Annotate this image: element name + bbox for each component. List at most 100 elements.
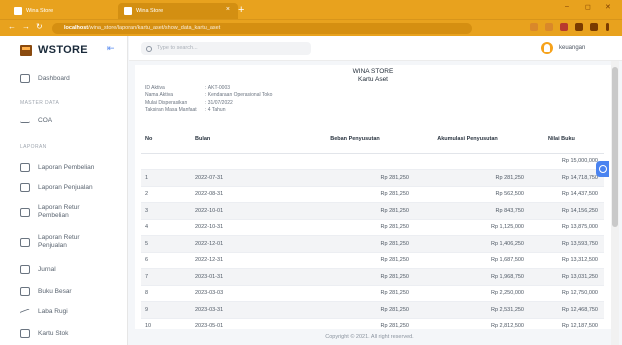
- browser-tab-title: Wina Store: [136, 8, 164, 14]
- sidebar-toggle-icon[interactable]: ⇤: [107, 43, 115, 54]
- cell-nilai-buku: Rp 13,875,000: [526, 219, 604, 236]
- section-laporan: LAPORAN: [20, 144, 47, 150]
- folder-icon: [20, 183, 30, 192]
- document-icon: [20, 265, 30, 274]
- table-row: 5 2022-12-01 Rp 281,250 Rp 1,406,250 Rp 13,5…: [141, 235, 604, 253]
- scrollbar[interactable]: [611, 61, 619, 345]
- table-row: 8 2023-03-03 Rp 281,250 Rp 2,250,000 Rp 12,7…: [141, 285, 604, 302]
- cell-nilai-buku: Rp 14,156,250: [526, 202, 604, 220]
- table-row: 3 2022-10-01 Rp 281,250 Rp 843,750 Rp 14,156…: [141, 202, 604, 220]
- cell-no: 8: [141, 285, 191, 302]
- trend-icon: [19, 307, 31, 316]
- cell-akumulasi: Rp 1,687,500: [411, 252, 526, 269]
- meta-label: Nama Aktiva: [145, 92, 174, 99]
- cell-no: 4: [141, 219, 191, 236]
- cell-nilai-buku: Rp 14,437,500: [526, 186, 604, 203]
- browser-tab-2[interactable]: Wina Store ×: [118, 3, 238, 19]
- cell-akumulasi: Rp 2,250,000: [411, 285, 526, 302]
- cell-no: 9: [141, 301, 191, 319]
- minimize-icon[interactable]: –: [565, 3, 569, 10]
- sidebar-item-label: Laporan Pembelian: [38, 164, 95, 171]
- meta-label: Taksiran Masa Manfaat: [145, 107, 197, 114]
- user-menu[interactable]: keuangan: [541, 42, 585, 54]
- window-close-icon[interactable]: ✕: [605, 3, 611, 11]
- username: keuangan: [559, 45, 586, 51]
- star-icon[interactable]: [545, 23, 553, 31]
- cell-no: 7: [141, 268, 191, 286]
- url-path: /wina_store/laporan/kartu_aset/show_data…: [88, 25, 221, 31]
- profile-icon[interactable]: [590, 23, 598, 31]
- extension-icon[interactable]: [560, 23, 568, 31]
- meta-label: Mulai Disperasikan: [145, 99, 188, 106]
- forward-icon[interactable]: →: [22, 22, 30, 31]
- cell-no: 6: [141, 252, 191, 269]
- topbar: Type to search... keuangan: [129, 36, 622, 61]
- cell-akumulasi: Rp 281,250: [411, 169, 526, 187]
- maximize-icon[interactable]: ◻: [585, 3, 591, 11]
- sidebar-item-buku-besar[interactable]: Buku Besar: [20, 287, 72, 296]
- cell-nilai-buku: Rp 13,593,750: [526, 235, 604, 253]
- sidebar-item-label: Dashboard: [38, 75, 70, 82]
- scrollbar-thumb[interactable]: [612, 67, 618, 227]
- sidebar-item-laporan-penjualan[interactable]: Laporan Penjualan: [20, 183, 93, 192]
- browser-tab-1[interactable]: Wina Store ×: [8, 3, 132, 19]
- close-tab-icon[interactable]: ×: [226, 6, 230, 13]
- app: WSTORE ⇤ Dashboard MASTER DATA COA LAPOR…: [0, 36, 622, 345]
- reload-icon[interactable]: ↻: [36, 22, 43, 31]
- puzzle-icon[interactable]: [575, 23, 583, 31]
- cell-bulan: 2022-10-31: [191, 219, 301, 236]
- sidebar-item-laporan-pembelian[interactable]: Laporan Pembelian: [20, 163, 94, 172]
- cell-bulan: 2022-12-31: [191, 252, 301, 269]
- depreciation-table: No Bulan Beban Penyusutan Akumulasi Peny…: [141, 125, 604, 335]
- sidebar-item-laporan-retur-pembelian[interactable]: Laporan Retur Pembelian: [20, 204, 110, 220]
- url-host: localhost: [64, 25, 89, 31]
- cell-no: [141, 153, 191, 170]
- cell-beban: Rp 281,250: [301, 268, 411, 286]
- section-master-data: MASTER DATA: [20, 100, 60, 106]
- cell-akumulasi: Rp 562,500: [411, 186, 526, 203]
- meta-value: 4 Tahun: [207, 107, 226, 114]
- store-logo-icon: [20, 44, 32, 56]
- meta-value: AKT-0003: [207, 85, 231, 91]
- cell-beban: [301, 153, 411, 170]
- cell-no: 2: [141, 186, 191, 203]
- brand[interactable]: WSTORE: [20, 42, 88, 58]
- sidebar-item-dashboard[interactable]: Dashboard: [20, 74, 70, 83]
- avatar: [541, 42, 553, 54]
- share-icon[interactable]: [530, 23, 538, 31]
- settings-icon[interactable]: [596, 161, 609, 177]
- url-field[interactable]: localhost/wina_store/laporan/kartu_aset/…: [52, 23, 472, 34]
- cell-beban: Rp 281,250: [301, 186, 411, 203]
- sidebar-item-laba-rugi[interactable]: Laba Rugi: [19, 307, 68, 316]
- column-header: Bulan: [191, 125, 301, 154]
- sidebar-item-label: Laporan Retur Pembelian: [38, 204, 80, 219]
- sidebar-item-label: Jurnal: [38, 266, 56, 273]
- back-icon[interactable]: ←: [8, 22, 16, 31]
- table-row: 9 2023-03-31 Rp 281,250 Rp 2,531,250 Rp 12,4…: [141, 301, 604, 319]
- key-icon: [20, 118, 30, 123]
- new-tab-button[interactable]: +: [238, 5, 244, 16]
- table-row: 1 2022-07-31 Rp 281,250 Rp 281,250 Rp 14,718…: [141, 169, 604, 187]
- tab-strip: Wina Store × Wina Store × + – ◻ ✕: [0, 0, 622, 19]
- sidebar-item-laporan-retur-penjualan[interactable]: Laporan Retur Penjualan: [20, 234, 110, 250]
- cell-nilai-buku: Rp 13,031,250: [526, 268, 604, 286]
- report-card: WINA STORE Kartu Aset ID Aktiva: AKT-000…: [135, 65, 611, 335]
- sidebar-item-kartu-stok[interactable]: Kartu Stok: [20, 329, 68, 338]
- cell-bulan: 2023-03-03: [191, 285, 301, 302]
- cell-beban: Rp 281,250: [301, 301, 411, 319]
- cell-no: 5: [141, 235, 191, 253]
- meta-label: ID Aktiva: [145, 85, 165, 91]
- browser-chrome: Wina Store × Wina Store × + – ◻ ✕ ← → ↻ …: [0, 0, 622, 36]
- cell-no: 3: [141, 202, 191, 220]
- sidebar-item-jurnal[interactable]: Jurnal: [20, 265, 56, 274]
- cell-no: 1: [141, 169, 191, 187]
- table-header-row: No Bulan Beban Penyusutan Akumulasi Peny…: [141, 125, 604, 154]
- cell-bulan: 2022-07-31: [191, 169, 301, 187]
- menu-icon[interactable]: [606, 23, 609, 31]
- cell-bulan: 2022-10-01: [191, 202, 301, 220]
- cell-akumulasi: Rp 1,125,000: [411, 219, 526, 236]
- brand-name: WSTORE: [38, 44, 88, 56]
- sidebar-item-coa[interactable]: COA: [20, 117, 52, 124]
- search-input[interactable]: Type to search...: [141, 42, 311, 55]
- table-row: 2 2022-08-31 Rp 281,250 Rp 562,500 Rp 14,437…: [141, 186, 604, 203]
